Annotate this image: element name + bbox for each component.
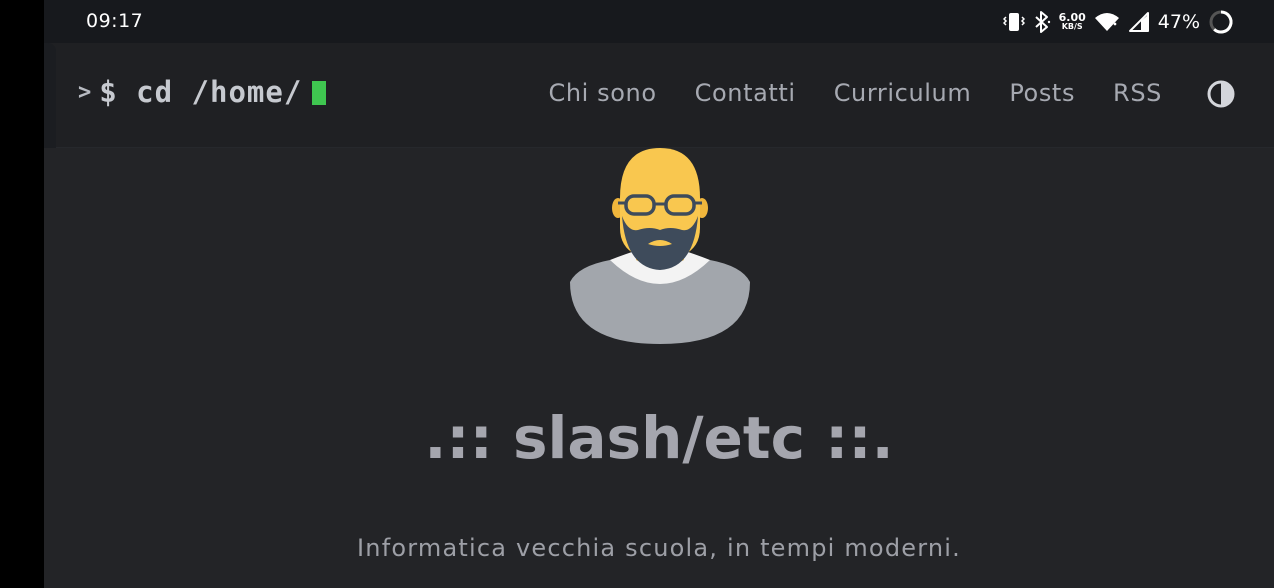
bald-bearded-man-avatar-icon [570, 148, 750, 344]
net-speed-unit: KB/S [1061, 22, 1083, 31]
prompt-symbol: > [78, 79, 92, 105]
avatar [570, 148, 750, 344]
wifi-icon [1094, 11, 1120, 33]
site-tagline: Informatica vecchia scuola, in tempi mod… [357, 534, 961, 562]
status-bar: 09:17 6.00 KB/S 47% [44, 0, 1274, 43]
status-time: 09:17 [86, 10, 144, 32]
site-title: .:: slash/etc ::. [424, 404, 894, 472]
screen: 09:17 6.00 KB/S 47% > $ cd /home/ Chi so… [0, 0, 1274, 588]
cell-signal-icon [1128, 11, 1150, 33]
battery-ring-icon [1208, 9, 1234, 35]
main-content: .:: slash/etc ::. Informatica vecchia sc… [44, 148, 1274, 588]
net-speed-value: 6.00 [1058, 11, 1086, 24]
nav-link-rss[interactable]: RSS [1113, 79, 1162, 107]
theme-toggle-button[interactable] [1206, 79, 1236, 109]
nav-link-about[interactable]: Chi sono [548, 79, 656, 107]
left-rail [0, 0, 44, 588]
battery-percent: 47% [1157, 11, 1200, 33]
nav-link-curriculum[interactable]: Curriculum [834, 79, 972, 107]
network-speed: 6.00 KB/S [1058, 11, 1086, 31]
bluetooth-icon [1033, 10, 1051, 34]
site-header: > $ cd /home/ Chi sono Contatti Curricul… [44, 43, 1274, 148]
terminal-cursor [312, 81, 327, 105]
status-icons: 6.00 KB/S 47% [1002, 8, 1234, 36]
prompt-command: $ cd /home/ [99, 75, 303, 109]
contrast-icon [1207, 80, 1235, 108]
site-logo-prompt[interactable]: > $ cd /home/ [78, 75, 327, 109]
vibrate-icon [1002, 11, 1025, 33]
nav-link-contacts[interactable]: Contatti [695, 79, 796, 107]
nav-link-posts[interactable]: Posts [1009, 79, 1075, 107]
main-nav: Chi sono Contatti Curriculum Posts RSS [548, 79, 1162, 107]
